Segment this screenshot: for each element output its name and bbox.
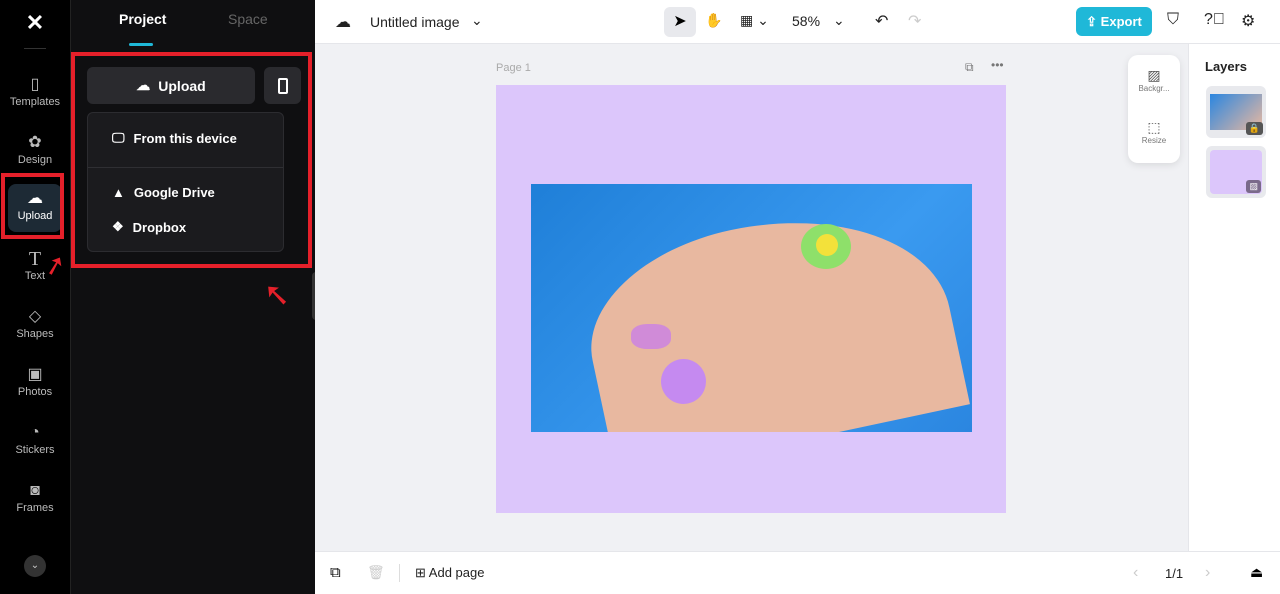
rail-item-templates[interactable]: ▯ Templates: [0, 70, 70, 120]
divider: [24, 48, 46, 49]
document-title[interactable]: Untitled image: [370, 14, 460, 30]
capcut-logo-icon: ✕: [25, 10, 45, 35]
templates-icon: ▯: [30, 76, 40, 93]
floating-tools: ▨ Backgr... ⬚ Resize: [1128, 55, 1180, 163]
tab-space[interactable]: Space: [228, 11, 268, 27]
rail-item-shapes[interactable]: ◇ Shapes: [0, 302, 70, 352]
label: Design: [17, 154, 53, 166]
layers-title: Layers: [1205, 59, 1247, 74]
export-button[interactable]: ⇪ Export: [1076, 7, 1152, 36]
help-icon[interactable]: ?⃝: [1204, 11, 1225, 29]
background-icon: ▨: [1147, 67, 1161, 83]
highlight-box: [71, 52, 312, 268]
highlight-box: [1, 173, 64, 239]
background-icon: ▨: [1246, 180, 1261, 193]
add-page-icon: ⊞: [415, 565, 429, 580]
shapes-icon: ◇: [28, 308, 42, 325]
rail-item-frames[interactable]: ◙ Frames: [0, 476, 70, 526]
next-page-icon[interactable]: ›: [1205, 564, 1210, 582]
chevron-down-icon[interactable]: ⌄: [833, 12, 845, 29]
redo-icon[interactable]: ↷: [908, 11, 921, 31]
active-tab-indicator: [129, 43, 153, 46]
label: Frames: [16, 502, 54, 514]
resize-icon: ⬚: [1147, 119, 1161, 135]
left-rail: ✕ ▯ Templates ✿ Design ☁ Upload T Text ◇ Shap…: [0, 0, 70, 594]
top-toolbar: ☁ Untitled image ⌄ ➤ ✋ ▦ ⌄ 58% ⌄ ↶ ↷ ⇪ E…: [315, 0, 1280, 44]
prev-page-icon[interactable]: ‹: [1133, 564, 1138, 582]
bottom-toolbar: ⧉ 🗑 ⊞ Add page ‹ 1/1 › ⏏: [315, 551, 1280, 594]
label: Templates: [9, 96, 61, 108]
layers-toggle-icon[interactable]: ⧉: [330, 564, 341, 581]
layout-icon[interactable]: ▦ ⌄: [740, 12, 769, 29]
background-button[interactable]: ▨ Backgr...: [1128, 67, 1180, 93]
label: Photos: [17, 386, 53, 398]
photos-icon: ▣: [27, 366, 43, 383]
expand-pages-icon[interactable]: ⏏: [1250, 564, 1263, 581]
layer-background[interactable]: ▨: [1206, 146, 1266, 198]
label: Text: [24, 270, 46, 282]
shield-icon[interactable]: ⛉: [1167, 11, 1179, 29]
lock-icon: 🔒: [1245, 122, 1263, 135]
expand-more-button[interactable]: ⌄: [24, 555, 46, 577]
arrow-annotation-icon: ➚: [257, 281, 294, 309]
chevron-down-icon[interactable]: ⌄: [471, 12, 483, 29]
more-options-icon[interactable]: •••: [991, 58, 1004, 72]
settings-icon[interactable]: ⚙: [1241, 11, 1255, 31]
undo-icon[interactable]: ↶: [875, 11, 888, 31]
design-page[interactable]: [496, 85, 1006, 513]
select-tool-button[interactable]: ➤: [664, 7, 696, 37]
add-page-button[interactable]: ⊞ Add page: [415, 565, 484, 581]
pointer-icon: ➤: [673, 13, 687, 30]
design-icon: ✿: [28, 134, 42, 151]
layers-panel: Layers 🔒 ▨: [1188, 44, 1280, 551]
layer-photo[interactable]: 🔒: [1206, 86, 1266, 138]
label: Add page: [428, 565, 485, 580]
rail-item-stickers[interactable]: ◔ Stickers: [0, 418, 70, 468]
label: Resize: [1141, 136, 1167, 145]
label: Shapes: [16, 328, 54, 340]
export-icon: ⇪: [1086, 14, 1101, 29]
hands-rings-photo[interactable]: [531, 184, 972, 432]
cloud-save-icon: ☁: [335, 14, 351, 31]
delete-icon[interactable]: 🗑: [367, 564, 385, 581]
hand-tool-icon[interactable]: ✋: [705, 12, 722, 29]
divider: [399, 564, 400, 582]
frames-icon: ◙: [30, 482, 40, 499]
label: Export: [1100, 14, 1142, 29]
duplicate-page-icon[interactable]: ⧉: [965, 60, 974, 75]
canvas-area: Page 1 ⧉ •••: [315, 44, 1188, 551]
rail-item-design[interactable]: ✿ Design: [0, 128, 70, 178]
tab-project[interactable]: Project: [119, 11, 166, 27]
zoom-level[interactable]: 58%: [792, 13, 820, 29]
resize-button[interactable]: ⬚ Resize: [1128, 119, 1180, 145]
label: Stickers: [15, 444, 55, 456]
page-counter: 1/1: [1165, 566, 1184, 581]
rail-item-photos[interactable]: ▣ Photos: [0, 360, 70, 410]
stickers-icon: ◔: [30, 424, 40, 441]
page-label: Page 1: [496, 62, 531, 74]
label: Backgr...: [1138, 84, 1170, 93]
